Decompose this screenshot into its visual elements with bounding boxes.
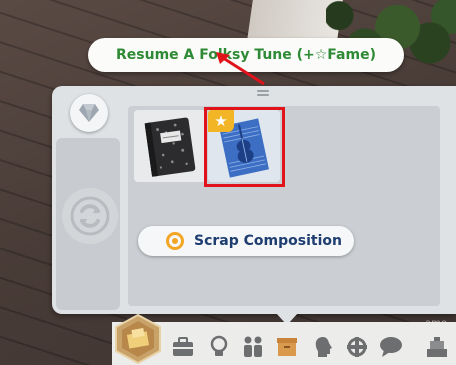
scrap-composition-button[interactable]: Scrap Composition bbox=[138, 226, 354, 256]
cycle-icon bbox=[70, 196, 110, 236]
briefcase-icon bbox=[173, 337, 193, 356]
build-buy-icon bbox=[427, 337, 447, 357]
career-button[interactable] bbox=[113, 313, 163, 365]
target-icon bbox=[166, 232, 184, 250]
selected-tile-highlight bbox=[204, 107, 285, 187]
household-icon bbox=[244, 336, 262, 357]
toolbar-aspiration[interactable] bbox=[344, 334, 370, 360]
toolbar-relationships[interactable] bbox=[378, 334, 404, 360]
head-icon bbox=[315, 337, 332, 357]
toolbar-inventory[interactable] bbox=[274, 334, 300, 360]
toolbar-build-buy[interactable] bbox=[424, 334, 450, 360]
lightbulb-icon bbox=[210, 335, 228, 356]
social-icon bbox=[380, 337, 402, 357]
red-arrow-annotation bbox=[216, 52, 265, 86]
composition-tile-notebook[interactable] bbox=[134, 110, 206, 182]
gem-button[interactable] bbox=[70, 94, 108, 132]
panel-handle[interactable] bbox=[257, 90, 269, 92]
refresh-button[interactable] bbox=[62, 188, 118, 244]
aspiration-icon bbox=[347, 337, 367, 357]
toolbar-skills[interactable] bbox=[206, 334, 232, 360]
toolbar-career-panel[interactable] bbox=[170, 334, 196, 360]
diamond-icon bbox=[79, 104, 99, 122]
notebook-icon bbox=[144, 117, 196, 177]
inventory-icon bbox=[277, 338, 297, 356]
toolbar-household[interactable] bbox=[240, 334, 266, 360]
scrap-composition-label: Scrap Composition bbox=[194, 233, 342, 249]
toolbar-simology[interactable] bbox=[310, 334, 336, 360]
